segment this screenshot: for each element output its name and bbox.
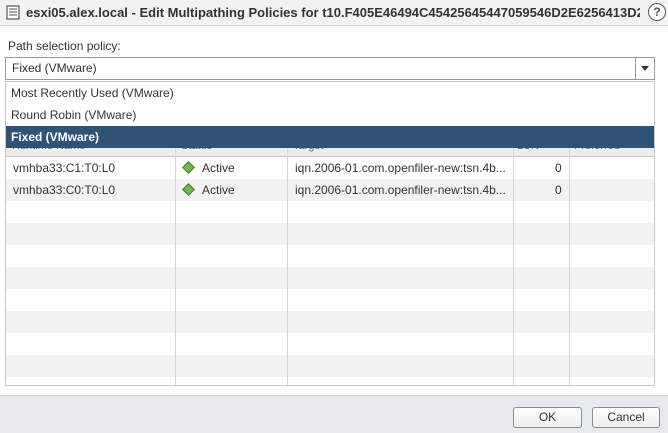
empty-row bbox=[6, 355, 654, 377]
status-cell: Active bbox=[202, 161, 235, 175]
path-selection-policy-label: Path selection policy: bbox=[8, 39, 121, 53]
dialog-title: esxi05.alex.local - Edit Multipathing Po… bbox=[26, 5, 640, 20]
runtime-name-cell: vmhba33:C0:T0:L0 bbox=[13, 183, 116, 197]
table-row[interactable]: vmhba33:C1:T0:L0 Active iqn.2006-01.com.… bbox=[6, 157, 654, 179]
cancel-button[interactable]: Cancel bbox=[592, 407, 660, 428]
empty-row bbox=[6, 311, 654, 333]
column-divider bbox=[175, 137, 176, 385]
paths-table: Runtime Name Status Target LUN Preferred… bbox=[5, 136, 655, 386]
dialog-titlebar: esxi05.alex.local - Edit Multipathing Po… bbox=[0, 0, 668, 26]
ok-button[interactable]: OK bbox=[513, 407, 582, 428]
path-selection-policy-select[interactable]: Fixed (VMware) bbox=[5, 57, 655, 80]
policy-option-most-recently-used[interactable]: Most Recently Used (VMware) bbox=[6, 82, 654, 104]
dropdown-toggle-button[interactable] bbox=[635, 58, 654, 79]
lun-cell: 0 bbox=[555, 183, 562, 197]
empty-row bbox=[6, 201, 654, 223]
policy-option-fixed[interactable]: Fixed (VMware) bbox=[6, 126, 654, 148]
lun-cell: 0 bbox=[555, 161, 562, 175]
target-cell: iqn.2006-01.com.openfiler-new:tsn.4b... bbox=[295, 161, 506, 175]
empty-row bbox=[6, 289, 654, 311]
column-divider bbox=[287, 137, 288, 385]
policy-selected-value: Fixed (VMware) bbox=[12, 61, 97, 75]
target-cell: iqn.2006-01.com.openfiler-new:tsn.4b... bbox=[295, 183, 506, 197]
empty-row bbox=[6, 267, 654, 289]
empty-row bbox=[6, 223, 654, 245]
policy-dropdown-list: Most Recently Used (VMware) Round Robin … bbox=[5, 81, 655, 148]
status-active-icon bbox=[182, 183, 195, 196]
host-server-icon bbox=[6, 5, 20, 20]
empty-row bbox=[6, 333, 654, 355]
column-divider bbox=[569, 137, 570, 385]
status-active-icon bbox=[182, 161, 195, 174]
chevron-down-icon bbox=[641, 66, 649, 71]
status-cell: Active bbox=[202, 183, 235, 197]
empty-row bbox=[6, 245, 654, 267]
policy-option-round-robin[interactable]: Round Robin (VMware) bbox=[6, 104, 654, 126]
runtime-name-cell: vmhba33:C1:T0:L0 bbox=[13, 161, 116, 175]
dialog-footer: OK Cancel bbox=[0, 395, 668, 433]
table-row[interactable]: vmhba33:C0:T0:L0 Active iqn.2006-01.com.… bbox=[6, 179, 654, 201]
help-icon[interactable]: ? bbox=[648, 3, 666, 21]
column-divider bbox=[513, 137, 514, 385]
